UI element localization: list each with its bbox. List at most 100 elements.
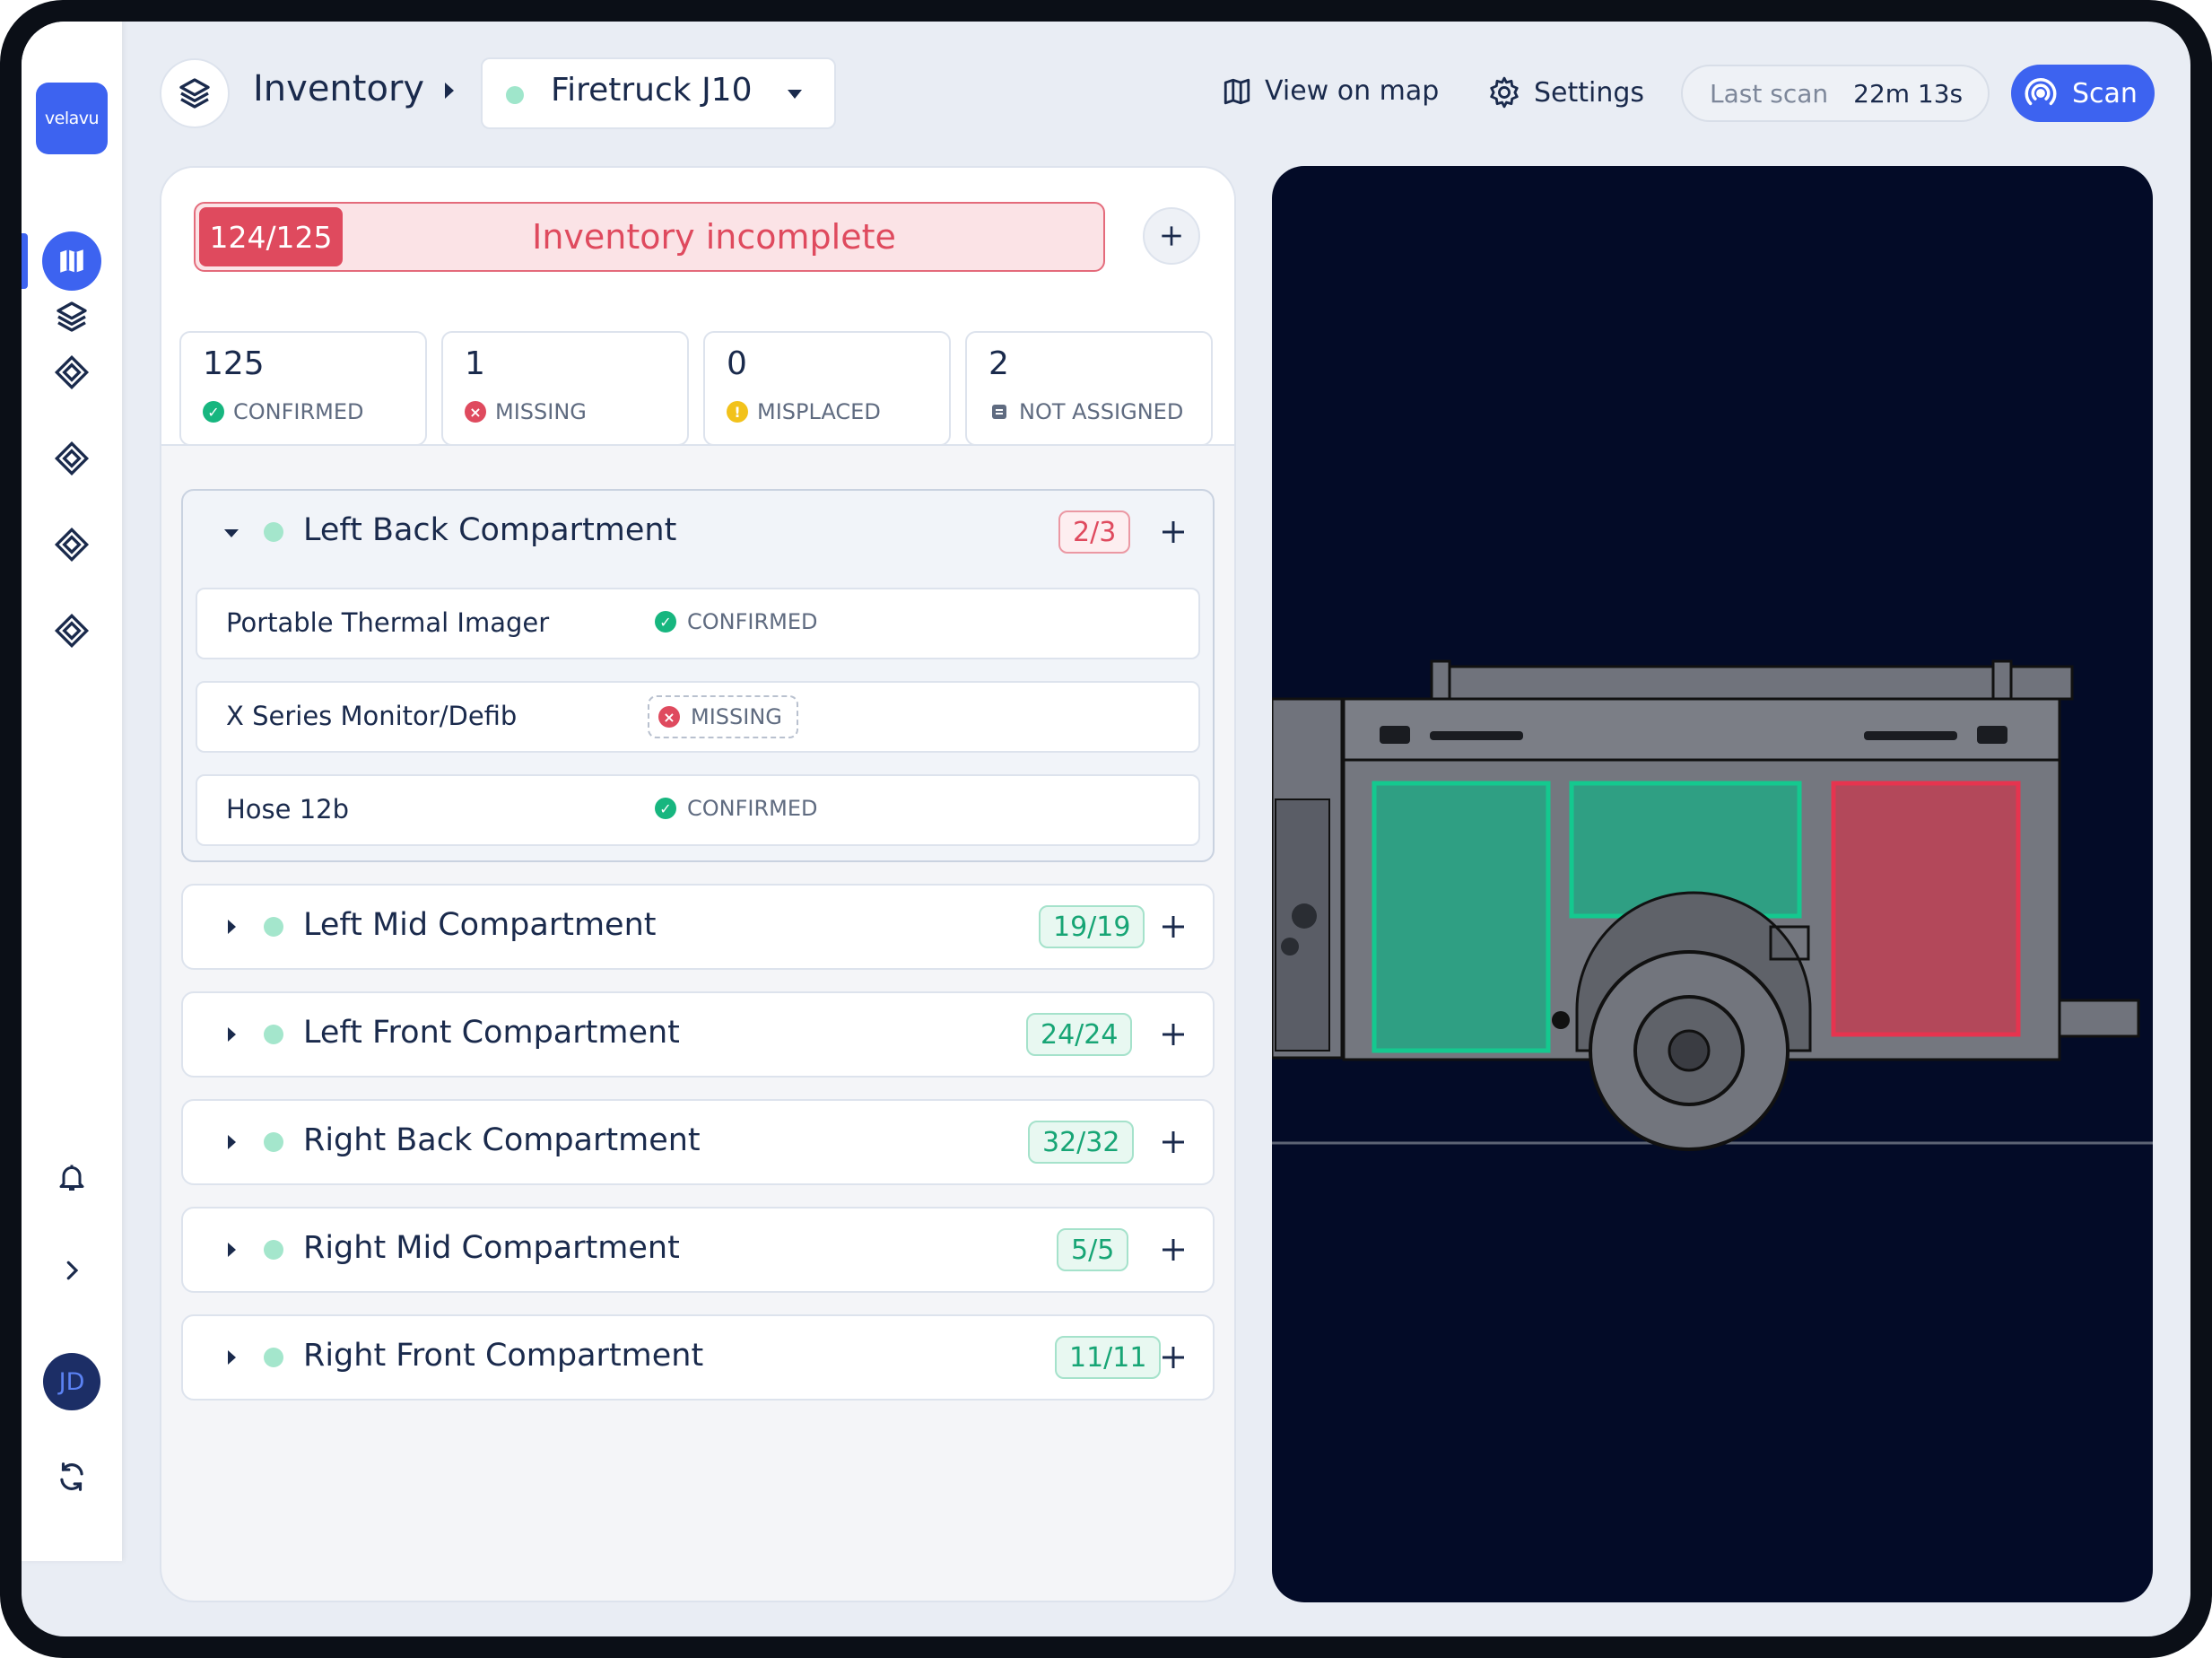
layers-icon (179, 78, 210, 109)
plus-icon[interactable] (1159, 1343, 1188, 1372)
stat-value: 0 (727, 345, 747, 382)
vehicle-status-dot (506, 86, 524, 104)
sidebar-item-map[interactable] (42, 231, 101, 291)
stat-label: CONFIRMED (233, 399, 364, 424)
cab-gauge (1292, 903, 1317, 929)
compartment-left-front-shape[interactable] (1372, 781, 1551, 1053)
x-circle-icon: × (465, 401, 486, 423)
inventory-status-banner: Inventory incomplete 124/125 (194, 202, 1105, 272)
item-status-label: CONFIRMED (687, 609, 818, 634)
compartment-count-badge: 11/11 (1055, 1336, 1162, 1379)
settings-button[interactable]: Settings (1487, 75, 1644, 109)
compartment-name: Left Back Compartment (303, 512, 677, 548)
breadcrumb-caret-icon (445, 83, 454, 99)
last-scan-label: Last scan (1710, 78, 1829, 109)
compartment-right-back[interactable]: Right Back Compartment 32/32 (181, 1099, 1215, 1185)
expand-sidebar-button[interactable] (42, 1241, 101, 1300)
plus-icon[interactable] (1159, 912, 1188, 941)
stat-misplaced[interactable]: 0 ! MISPLACED (703, 331, 951, 446)
sidebar-item-tags-1[interactable] (42, 343, 101, 402)
chevron-right-icon (66, 1261, 79, 1280)
item-name: X Series Monitor/Defib (226, 701, 518, 731)
sidebar-item-tags-3[interactable] (42, 515, 101, 574)
diamond-icon (54, 527, 90, 563)
compartment-name: Right Back Compartment (303, 1122, 701, 1158)
sidebar-item-tags-2[interactable] (42, 429, 101, 488)
sidebar-item-tags-4[interactable] (42, 601, 101, 660)
scan-label: Scan (2072, 77, 2138, 109)
velavu-logo[interactable]: velavu (36, 83, 108, 154)
compartment-count-badge: 5/5 (1057, 1228, 1129, 1271)
inventory-item[interactable]: X Series Monitor/Defib × MISSING (196, 681, 1200, 753)
plus-icon[interactable] (1159, 1020, 1188, 1049)
bell-icon (59, 1165, 84, 1191)
check-circle-icon: ✓ (655, 611, 676, 633)
active-nav-indicator (22, 233, 28, 289)
compartment-right-mid[interactable]: Right Mid Compartment 5/5 (181, 1207, 1215, 1293)
item-status: ✓ CONFIRMED (655, 609, 818, 634)
compartment-status-dot (264, 1240, 283, 1260)
warning-circle-icon: ! (727, 401, 748, 423)
compartment-count-badge: 19/19 (1039, 905, 1145, 948)
device-frame: velavu JD Inventory Firetruck J10 View o… (0, 0, 2212, 1658)
user-avatar[interactable]: JD (43, 1353, 100, 1410)
item-status: × MISSING (648, 695, 798, 738)
body-trim (1864, 731, 1957, 740)
compartment-name: Right Mid Compartment (303, 1230, 680, 1266)
sidebar-item-inventory[interactable] (42, 287, 101, 346)
caret-right-icon (228, 1027, 236, 1042)
page-title: Inventory (253, 68, 425, 109)
stat-not-assigned[interactable]: 2 NOT ASSIGNED (965, 331, 1213, 446)
vehicle-name: Firetruck J10 (551, 72, 753, 109)
rack-post (1991, 659, 2013, 702)
compartment-left-mid[interactable]: Left Mid Compartment 19/19 (181, 884, 1215, 970)
compartment-name: Right Front Compartment (303, 1338, 704, 1374)
plus-icon[interactable] (1159, 1128, 1188, 1156)
body-trim (1430, 731, 1523, 740)
diamond-icon (54, 441, 90, 476)
caret-down-icon (224, 529, 239, 537)
caret-right-icon (228, 1243, 236, 1257)
stat-confirmed[interactable]: 125 ✓ CONFIRMED (179, 331, 427, 446)
vehicle-selector[interactable]: Firetruck J10 (481, 57, 836, 129)
list-box-icon (992, 405, 1006, 419)
compartment-right-front[interactable]: Right Front Compartment 11/11 (181, 1314, 1215, 1401)
diamond-icon (54, 613, 90, 649)
chevron-down-icon (788, 90, 802, 99)
compartment-left-back-shape[interactable] (1831, 781, 2021, 1037)
inventory-panel: Inventory incomplete 124/125 125 ✓ CONFIR… (160, 166, 1236, 1602)
inventory-item[interactable]: Hose 12b ✓ CONFIRMED (196, 774, 1200, 846)
sync-button[interactable] (42, 1447, 101, 1506)
app-screen: velavu JD Inventory Firetruck J10 View o… (22, 22, 2190, 1636)
firetruck-diagram (1272, 659, 2153, 1151)
compartment-left-front[interactable]: Left Front Compartment 24/24 (181, 991, 1215, 1078)
caret-right-icon (228, 1350, 236, 1365)
compartment-count-badge: 2/3 (1058, 510, 1131, 554)
diamond-icon (54, 354, 90, 390)
compartment-header[interactable]: Left Back Compartment 2/3 (183, 491, 1213, 573)
vehicle-map-view[interactable] (1272, 166, 2153, 1602)
add-item-button[interactable] (1143, 207, 1200, 265)
stat-value: 1 (465, 345, 485, 382)
cab-gauge (1281, 938, 1299, 956)
view-on-map-button[interactable]: View on map (1222, 75, 1439, 107)
inventory-item[interactable]: Portable Thermal Imager ✓ CONFIRMED (196, 588, 1200, 659)
caret-right-icon (228, 1135, 236, 1149)
inventory-icon-button[interactable] (160, 58, 230, 128)
item-name: Hose 12b (226, 794, 350, 825)
reflector (1552, 1011, 1570, 1029)
item-status: ✓ CONFIRMED (655, 796, 818, 821)
x-circle-icon: × (658, 706, 680, 728)
stat-missing[interactable]: 1 × MISSING (441, 331, 689, 446)
compartment-status-dot (264, 1025, 283, 1044)
plus-icon[interactable] (1159, 518, 1188, 546)
item-name: Portable Thermal Imager (226, 607, 550, 638)
scan-button[interactable]: Scan (2011, 65, 2155, 122)
sync-icon (60, 1462, 83, 1491)
notifications-button[interactable] (42, 1148, 101, 1207)
stat-value: 2 (988, 345, 1009, 382)
plus-icon (1162, 226, 1181, 246)
stat-label: MISSING (495, 399, 587, 424)
plus-icon[interactable] (1159, 1235, 1188, 1264)
compartment-name: Left Front Compartment (303, 1015, 680, 1051)
